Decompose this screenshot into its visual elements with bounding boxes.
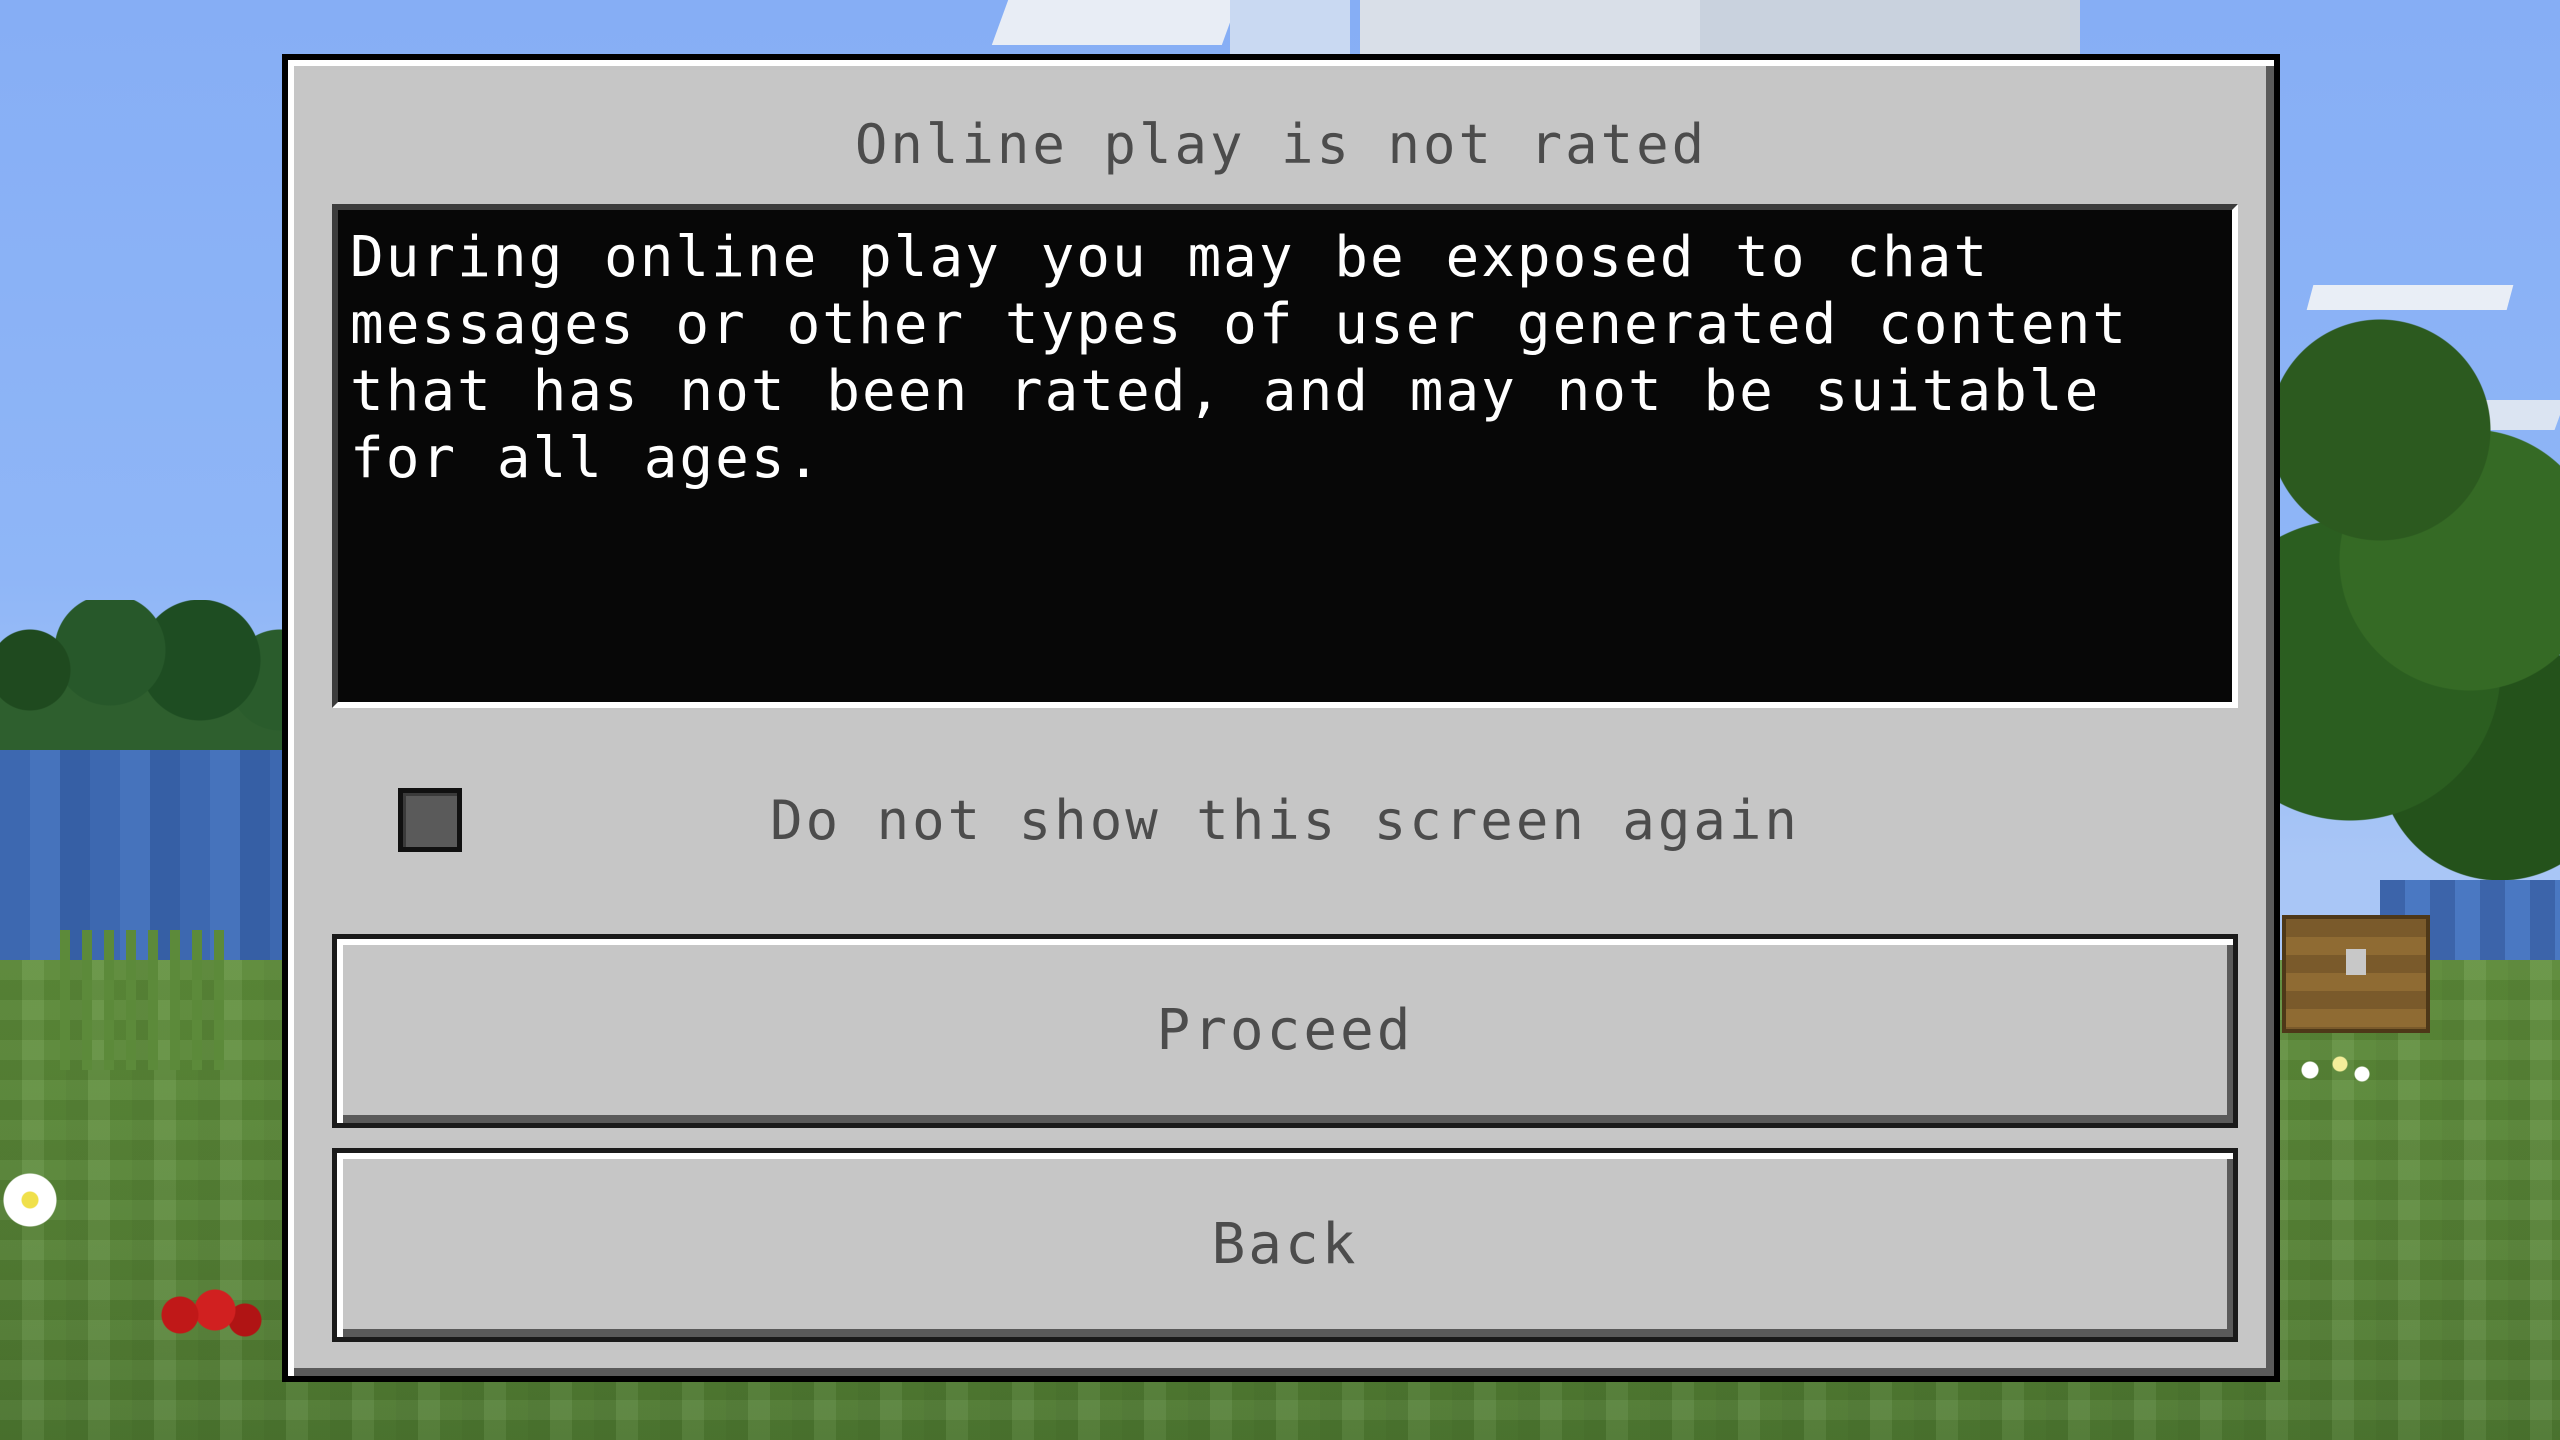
message-box: During online play you may be exposed to… [332, 204, 2238, 708]
cloud [1700, 0, 2080, 60]
dont-show-again-row: Do not show this screen again [332, 780, 2238, 860]
back-button[interactable]: Back [332, 1148, 2238, 1342]
oak-tree-right [2260, 310, 2560, 910]
proceed-button-label: Proceed [1156, 998, 1414, 1063]
dont-show-again-label[interactable]: Do not show this screen again [332, 794, 2238, 848]
daisy-flower [0, 1170, 70, 1230]
chest-block [2282, 915, 2430, 1033]
tall-grass [60, 930, 230, 1070]
red-flower [160, 1285, 270, 1345]
trees-left [0, 600, 320, 760]
proceed-button[interactable]: Proceed [332, 934, 2238, 1128]
dialog-title: Online play is not rated [854, 113, 1708, 176]
cloud [991, 0, 1239, 45]
online-play-dialog: Online play is not rated During online p… [282, 54, 2280, 1382]
back-button-label: Back [1211, 1212, 1359, 1277]
small-flowers [2290, 1050, 2380, 1090]
cloud [2306, 285, 2514, 310]
cloud [1230, 0, 1350, 60]
message-text: During online play you may be exposed to… [350, 225, 2129, 491]
